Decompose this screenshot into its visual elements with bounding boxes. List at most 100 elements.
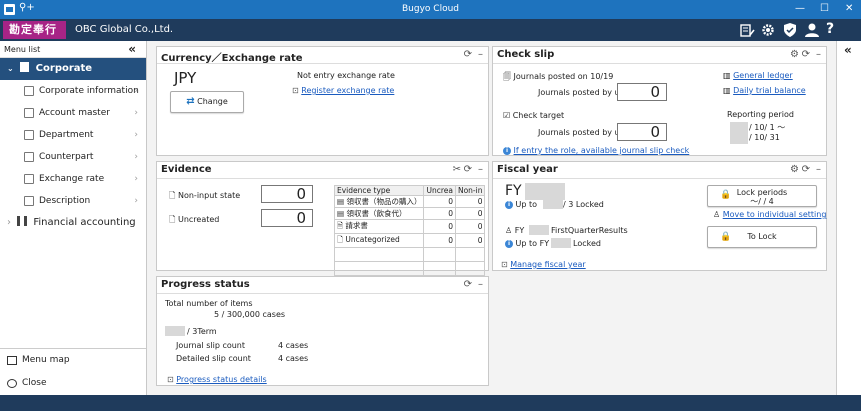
minimize-panel-icon[interactable]: –: [478, 279, 483, 290]
gear-icon[interactable]: ⚙: [790, 164, 799, 175]
journal-slip-value: 4 cases: [278, 341, 309, 350]
user-icon[interactable]: [804, 22, 820, 38]
results-text: FirstQuarterResults: [551, 226, 628, 235]
currency-panel: Currency／Exchange rate ⟳ – JPY ⇄ Change …: [156, 46, 489, 156]
panel-header: Progress status ⟳ –: [157, 277, 488, 294]
menu-map-button[interactable]: Menu map: [0, 349, 146, 372]
lock-periods-button[interactable]: 🔒 Lock periods ～/ / 4: [707, 185, 817, 207]
sidebar-item-counterpart[interactable]: Counterpart ›: [0, 146, 146, 168]
redacted-year: [165, 326, 185, 336]
cell-noninput: 0: [454, 219, 486, 234]
reporting-period-label: Reporting period: [727, 110, 794, 119]
sidebar-item-description[interactable]: Description ›: [0, 190, 146, 212]
sidebar: Menu list « ⌄ Corporate information Corp…: [0, 41, 147, 395]
chevron-down-icon: ⌄: [7, 64, 14, 73]
panel-header: Check slip ⚙ ⟳ –: [493, 47, 826, 64]
table-row[interactable]: 🗎 請求書 0 0: [333, 219, 486, 234]
register-exchange-rate-link[interactable]: ⊡ Register exchange rate: [292, 86, 394, 95]
app-header: 勘定奉行 OBC Global Co.,Ltd. ?: [0, 19, 861, 41]
menu-list-title: Menu list: [4, 45, 41, 54]
gear-icon[interactable]: [760, 22, 776, 38]
check-count-field[interactable]: 0: [617, 123, 667, 141]
sidebar-item-exchange-rate[interactable]: Exchange rate ›: [0, 168, 146, 190]
expand-right-panel-icon[interactable]: «: [844, 43, 852, 57]
info-icon: i: [505, 239, 513, 248]
sidebar-category-financial-accounting[interactable]: › Financial accounting: [0, 212, 146, 234]
collapse-sidebar-icon[interactable]: «: [128, 42, 136, 56]
table-row[interactable]: ▤ 領収書（飲食代） 0 0: [333, 207, 486, 220]
right-panel: «: [836, 41, 861, 395]
minimize-panel-icon[interactable]: –: [478, 164, 483, 175]
window-title: Bugyo Cloud: [402, 4, 459, 14]
move-to-individual-link[interactable]: ♙ Move to individual setting: [713, 210, 826, 219]
table-row[interactable]: ▤ 領収書（物品の購入） 0 0: [333, 195, 486, 208]
chevron-right-icon: ›: [134, 108, 138, 118]
maximize-icon[interactable]: ☐: [820, 3, 829, 14]
uncreated-count-field[interactable]: 0: [261, 209, 313, 227]
ledger-icon: ▥: [723, 86, 731, 95]
chevron-right-icon: ›: [134, 174, 138, 184]
minimize-panel-icon[interactable]: –: [816, 49, 821, 60]
progress-details-link[interactable]: ⊡ Progress status details: [167, 375, 267, 384]
edit-list-icon[interactable]: [739, 22, 755, 38]
building-icon: [20, 62, 30, 72]
check-target-label: Check target: [512, 111, 565, 120]
sidebar-category-corporate-information[interactable]: ⌄ Corporate information: [0, 58, 146, 96]
column-header: Uncrea: [423, 185, 456, 196]
sidebar-item-corporate-information[interactable]: Corporate information ›: [0, 80, 146, 102]
product-logo[interactable]: 勘定奉行: [3, 21, 66, 39]
non-input-count-field[interactable]: 0: [261, 185, 313, 203]
close-button[interactable]: Close: [0, 372, 146, 395]
table-row-empty: [333, 247, 486, 262]
change-label: Change: [197, 97, 228, 106]
cell-noninput: 0: [454, 233, 486, 248]
panel-title: Progress status: [161, 279, 250, 290]
change-button[interactable]: ⇄ Change: [170, 91, 244, 113]
posted-on-row: 🗐 Journals posted on 10/19: [503, 71, 613, 85]
refresh-icon[interactable]: ⟳: [464, 164, 472, 175]
refresh-icon[interactable]: ⟳: [802, 164, 810, 175]
sidebar-item-account-master[interactable]: Account master ›: [0, 102, 146, 124]
chevron-right-icon: ›: [134, 130, 138, 140]
panel-header: Currency／Exchange rate ⟳ –: [157, 47, 488, 64]
evidence-panel: Evidence ✂ ⟳ – 🗋 Non-input state 0 🗋 Unc…: [156, 161, 489, 276]
tools-icon[interactable]: ✂: [453, 164, 461, 175]
minimize-panel-icon[interactable]: –: [816, 164, 821, 175]
menu-map-label: Menu map: [22, 355, 70, 365]
link-label: Daily trial balance: [733, 86, 806, 95]
refresh-icon[interactable]: ⟳: [464, 49, 472, 60]
daily-trial-balance-link[interactable]: ▥ Daily trial balance: [723, 86, 806, 95]
general-ledger-link[interactable]: ▥ General ledger: [723, 71, 793, 80]
role-info-link[interactable]: i If entry the role, available journal s…: [503, 146, 689, 155]
refresh-icon[interactable]: ⟳: [464, 279, 472, 290]
sidebar-item-department[interactable]: Department ›: [0, 124, 146, 146]
to-lock-label: To Lock: [747, 232, 777, 241]
gear-icon[interactable]: ⚙: [790, 49, 799, 60]
redacted-year: [551, 238, 571, 248]
ledger-icon: ▥: [723, 71, 731, 80]
sidebar-item-label: Account master: [39, 108, 110, 118]
check-slip-panel: Check slip ⚙ ⟳ – 🗐 Journals posted on 10…: [492, 46, 827, 156]
locked-text: / 3 Locked: [563, 200, 604, 209]
close-window-icon[interactable]: ✕: [845, 3, 853, 14]
help-icon[interactable]: ?: [826, 21, 842, 37]
locked-label: Locked: [573, 239, 601, 248]
menu-list-header: Menu list «: [0, 41, 146, 58]
sidebar-item-label: Exchange rate: [39, 174, 105, 184]
link-label: Register exchange rate: [301, 86, 395, 95]
table-row[interactable]: 🗋 Uncategorized 0 0: [333, 233, 486, 248]
journal-icon: 🗐: [503, 72, 511, 81]
manage-fiscal-year-link[interactable]: ⊡ Manage fiscal year: [501, 260, 586, 269]
shield-icon[interactable]: [782, 22, 798, 38]
table-header-row: Evidence type Uncrea Non-in: [333, 185, 486, 196]
total-items-label: Total number of items: [165, 299, 253, 308]
minimize-panel-icon[interactable]: –: [478, 49, 483, 60]
posted-count-field[interactable]: 0: [617, 83, 667, 101]
category-label: Financial accounting: [33, 217, 136, 228]
cell-uncreated: 0: [423, 233, 456, 248]
refresh-icon[interactable]: ⟳: [802, 49, 810, 60]
period-from: / 10/ 1 ～: [749, 123, 786, 132]
sidebar-item-label: Description: [39, 196, 91, 206]
to-lock-button[interactable]: 🔒 To Lock: [707, 226, 817, 248]
minimize-icon[interactable]: —: [795, 3, 805, 14]
